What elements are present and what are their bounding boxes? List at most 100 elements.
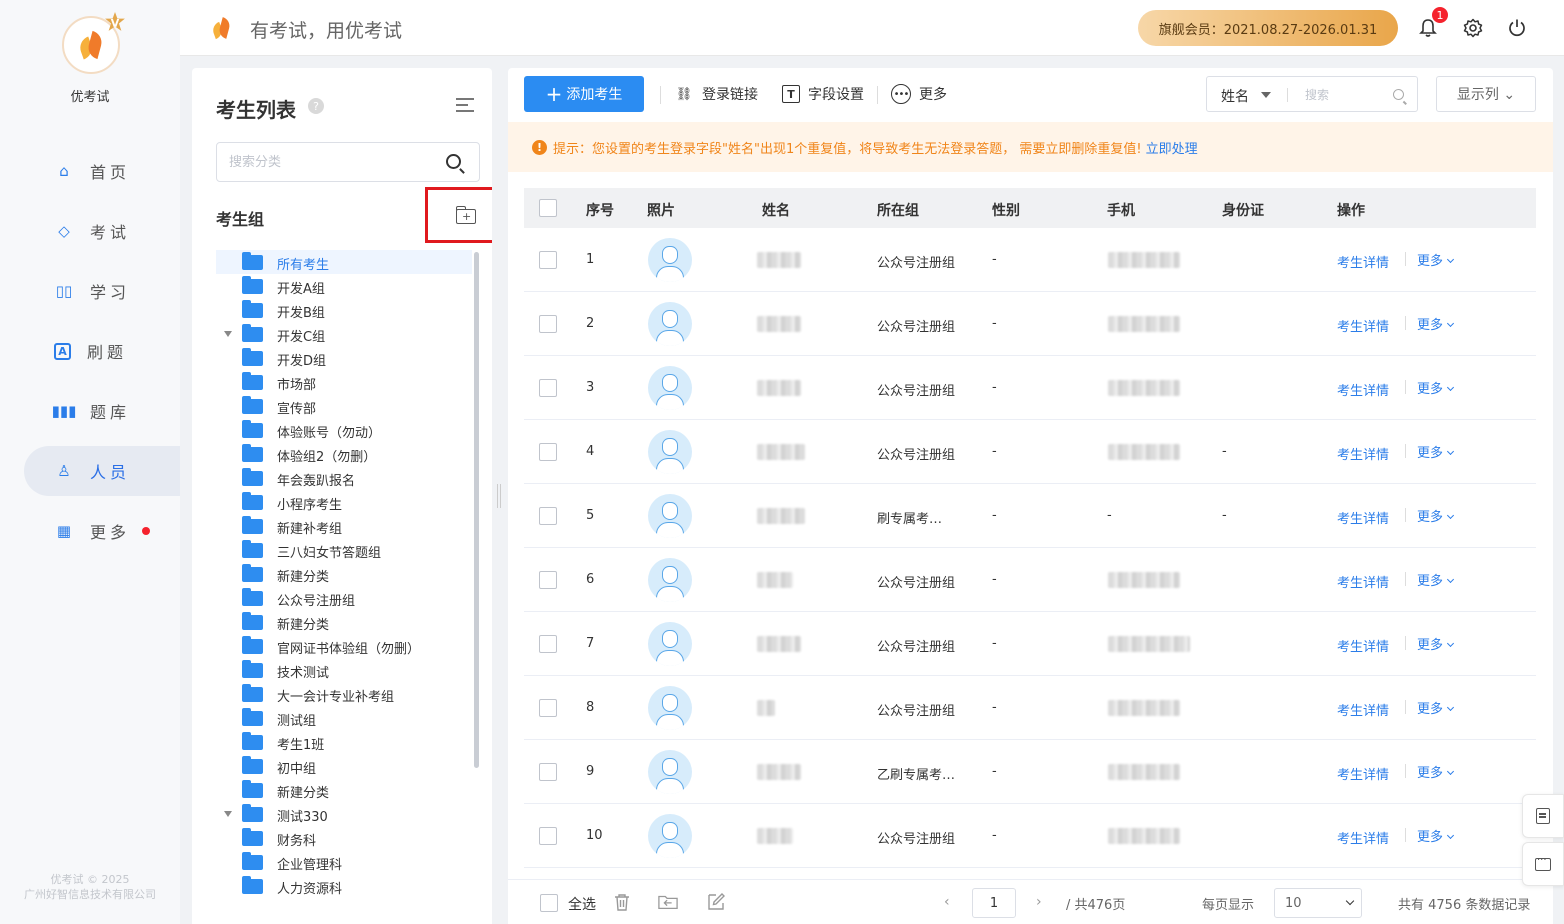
chat-float-button[interactable] [1522,842,1564,886]
nav-item-0[interactable]: ⌂ 首页 [24,146,180,196]
prev-page-button[interactable]: ‹ [944,894,950,910]
row-more-button[interactable]: 更多 [1417,698,1455,717]
row-checkbox[interactable] [539,571,557,589]
row-more-button[interactable]: 更多 [1417,314,1455,333]
nav-item-6[interactable]: ▦ 更多 [24,506,180,556]
row-checkbox[interactable] [539,251,557,269]
doc-float-button[interactable] [1522,794,1564,838]
group-tree-item[interactable]: 企业管理科 [216,850,472,874]
select-all-header-checkbox[interactable] [539,199,557,217]
caret-down-icon[interactable] [224,811,232,817]
row-checkbox[interactable] [539,827,557,845]
group-tree-item[interactable]: 新建分类 [216,778,472,802]
caret-down-icon[interactable] [1261,92,1271,98]
group-tree-item[interactable]: 人力资源科 [216,874,472,898]
membership-badge[interactable]: 旗舰会员：2021.08.27-2026.01.31 [1138,10,1398,46]
help-icon[interactable]: ? [308,98,324,114]
select-all-checkbox[interactable] [540,894,558,912]
group-tree-item[interactable]: 开发C组 [216,322,472,346]
page-size-select[interactable]: 10 [1274,888,1362,918]
table-row[interactable]: 5 刷专属考… - - - 考生详情 更多 [524,484,1536,548]
group-tree-item[interactable]: 开发A组 [216,274,472,298]
examinee-detail-link[interactable]: 考生详情 [1337,764,1389,783]
group-tree-item[interactable]: 体验账号（勿动） [216,418,472,442]
group-tree-item[interactable]: 体验组2（勿删） [216,442,472,466]
field-settings-button[interactable]: T 字段设置 [782,82,864,106]
examinee-detail-link[interactable]: 考生详情 [1337,828,1389,847]
group-tree-item[interactable]: 大一会计专业补考组 [216,682,472,706]
row-more-button[interactable]: 更多 [1417,826,1455,845]
group-tree-item[interactable]: 测试组 [216,706,472,730]
group-tree-item[interactable]: 考生1班 [216,730,472,754]
nav-item-1[interactable]: ◇ 考试 [24,206,180,256]
group-tree-item[interactable]: 财务科 [216,826,472,850]
search-icon[interactable] [446,154,461,169]
examinee-detail-link[interactable]: 考生详情 [1337,316,1389,335]
row-more-button[interactable]: 更多 [1417,442,1455,461]
app-logo[interactable]: V [62,12,125,74]
row-more-button[interactable]: 更多 [1417,762,1455,781]
more-tools-button[interactable]: ••• 更多 [891,82,947,106]
examinee-detail-link[interactable]: 考生详情 [1337,508,1389,527]
collapse-menu-icon[interactable] [456,98,476,114]
table-row[interactable]: 9 乙刷专属考… - 考生详情 更多 [524,740,1536,804]
table-row[interactable]: 10 公众号注册组 - 考生详情 更多 [524,804,1536,868]
panel-splitter[interactable] [497,484,501,508]
examinee-detail-link[interactable]: 考生详情 [1337,700,1389,719]
examinee-detail-link[interactable]: 考生详情 [1337,252,1389,271]
group-tree-item[interactable]: 宣传部 [216,394,472,418]
display-columns-button[interactable]: 显示列 ⌄ [1436,76,1536,112]
next-page-button[interactable]: › [1036,894,1042,910]
table-row[interactable]: 2 公众号注册组 - 考生详情 更多 [524,292,1536,356]
group-tree-item[interactable]: 新建分类 [216,610,472,634]
row-more-button[interactable]: 更多 [1417,634,1455,653]
filter-field-select[interactable]: 姓名 [1221,86,1249,106]
table-row[interactable]: 7 公众号注册组 - 考生详情 更多 [524,612,1536,676]
gear-icon[interactable] [1461,16,1485,40]
row-checkbox[interactable] [539,315,557,333]
examinee-detail-link[interactable]: 考生详情 [1337,444,1389,463]
group-tree-item[interactable]: 小程序考生 [216,490,472,514]
nav-item-5[interactable]: ♙ 人员 [24,446,180,496]
table-row[interactable]: 3 公众号注册组 - 考生详情 更多 [524,356,1536,420]
group-tree-item[interactable]: 市场部 [216,370,472,394]
edit-icon[interactable] [706,892,726,912]
examinee-detail-link[interactable]: 考生详情 [1337,636,1389,655]
row-checkbox[interactable] [539,507,557,525]
group-tree-item[interactable]: 三八妇女节答题组 [216,538,472,562]
trash-icon[interactable] [612,892,632,912]
row-checkbox[interactable] [539,379,557,397]
group-search-input[interactable] [229,143,429,179]
row-more-button[interactable]: 更多 [1417,506,1455,525]
power-icon[interactable] [1505,16,1529,40]
login-link-button[interactable]: ⛓ 登录链接 [674,82,758,106]
row-more-button[interactable]: 更多 [1417,250,1455,269]
examinee-detail-link[interactable]: 考生详情 [1337,380,1389,399]
nav-item-2[interactable]: ▯▯ 学习 [24,266,180,316]
group-tree-item[interactable]: 年会轰趴报名 [216,466,472,490]
examinee-search-input[interactable]: 搜索 [1305,86,1329,103]
row-more-button[interactable]: 更多 [1417,378,1455,397]
nav-item-4[interactable]: ▮▮▮ 题库 [24,386,180,436]
group-tree-item[interactable]: 官网证书体验组（勿删） [216,634,472,658]
table-row[interactable]: 6 公众号注册组 - 考生详情 更多 [524,548,1536,612]
select-all-label[interactable]: 全选 [568,894,596,914]
search-icon[interactable] [1393,89,1404,100]
row-checkbox[interactable] [539,443,557,461]
group-tree-item[interactable]: 测试330 [216,802,472,826]
handle-now-link[interactable]: 立即处理 [1146,138,1198,157]
examinee-detail-link[interactable]: 考生详情 [1337,572,1389,591]
row-checkbox[interactable] [539,635,557,653]
group-tree-item[interactable]: 开发D组 [216,346,472,370]
row-more-button[interactable]: 更多 [1417,570,1455,589]
add-folder-icon[interactable]: + [456,206,476,224]
tree-scrollbar[interactable] [474,252,479,768]
row-checkbox[interactable] [539,763,557,781]
table-row[interactable]: 8 公众号注册组 - 考生详情 更多 [524,676,1536,740]
group-tree-item[interactable]: 初中组 [216,754,472,778]
table-row[interactable]: 4 公众号注册组 - - 考生详情 更多 [524,420,1536,484]
page-input[interactable]: 1 [972,888,1016,918]
row-checkbox[interactable] [539,699,557,717]
group-tree-item[interactable]: 公众号注册组 [216,586,472,610]
group-tree-item[interactable]: 开发B组 [216,298,472,322]
